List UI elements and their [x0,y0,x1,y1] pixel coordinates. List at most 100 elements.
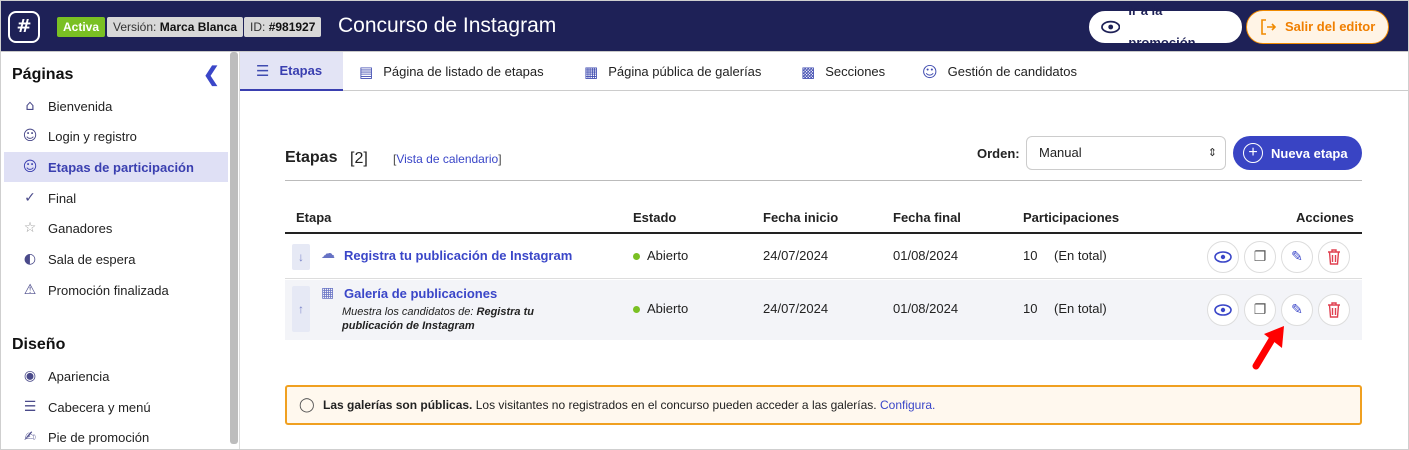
id-badge: ID: #981927 [244,17,322,37]
user-login-icon: ☺ [22,128,38,144]
order-select-value: Manual [1039,145,1082,160]
new-stage-button[interactable]: + Nueva etapa [1233,136,1362,170]
exit-icon [1261,19,1277,35]
section-title: Etapas [285,149,338,166]
sidebar-item-apariencia[interactable]: ◉ Apariencia [4,361,228,391]
column-header-stage: Etapa [296,210,332,225]
user-stages-icon: ☺ [22,159,38,175]
plus-circle-icon: + [1243,143,1263,163]
app-logo-icon[interactable]: # [8,11,40,43]
copy-icon: ❐ [1253,302,1267,318]
stage-name-link[interactable]: Galería de publicaciones [344,286,497,301]
tab-galerias[interactable]: ▦ Página pública de galerías [568,52,761,91]
collapse-sidebar-chevron-left-icon[interactable]: ❮ [203,62,220,87]
order-select[interactable]: Manual ⇕ [1026,136,1226,170]
exit-editor-label: Salir del editor [1285,19,1376,34]
sidebar-item-label: Apariencia [48,368,110,384]
sidebar-item-pie[interactable]: ✍ Pie de promoción [4,422,228,450]
stage-name-link[interactable]: Registra tu publicación de Instagram [344,248,572,263]
sidebar-item-etapas[interactable]: ☺ Etapas de participación [4,152,228,182]
sidebar-item-cabecera[interactable]: ☰ Cabecera y menú [4,392,228,422]
version-badge: Versión: Marca Blanca [107,17,244,37]
tab-label: Página de listado de etapas [383,64,544,79]
column-header-end: Fecha final [893,210,961,225]
check-icon: ✓ [24,190,36,206]
select-arrows-icon: ⇕ [1207,147,1217,159]
warning-icon: ⚠ [23,282,37,298]
status-text: Abierto [647,301,689,316]
version-value: Marca Blanca [159,20,238,34]
sidebar-item-bienvenida[interactable]: ⌂ Bienvenida [4,91,228,121]
page-title: Concurso de Instagram [338,14,557,37]
id-value: #981927 [268,20,316,34]
sidebar-item-login[interactable]: ☺ Login y registro [4,121,228,151]
status-cell: Abierto [633,301,688,316]
sidebar-item-label: Sala de espera [48,251,136,267]
divider [285,180,1362,181]
view-button[interactable] [1207,294,1239,326]
view-button[interactable] [1207,241,1239,273]
tab-etapas[interactable]: ☰ Etapas [240,52,343,91]
sidebar-scrollbar[interactable] [230,52,238,444]
status-badge: Activa [57,17,106,37]
tab-listado-etapas[interactable]: ▤ Página de listado de etapas [343,52,544,91]
go-to-promotion-button[interactable]: Ir a la promoción [1088,3,1243,50]
column-header-status: Estado [633,210,677,225]
column-header-start: Fecha inicio [763,210,839,225]
clipboard-icon: ▤ [359,62,374,81]
trash-icon [1328,302,1340,318]
grid-icon: ▦ [584,62,599,81]
start-date: 24/07/2024 [763,248,829,263]
pencil-icon: ✎ [1291,302,1303,318]
end-date: 01/08/2024 [893,301,959,316]
sidebar-item-label: Pie de promoción [48,429,150,445]
home-icon: ⌂ [25,98,35,114]
sections-icon: ▩ [801,62,816,81]
tab-label: Gestión de candidatos [947,64,1078,79]
tab-label: Página pública de galerías [608,64,762,79]
status-text: Abierto [647,248,689,263]
duplicate-button[interactable]: ❐ [1244,241,1276,273]
copy-icon: ❐ [1253,249,1267,265]
delete-button[interactable] [1318,241,1350,273]
order-label: Orden: [977,146,1020,161]
sidebar-item-final[interactable]: ✓ Final [4,183,228,213]
candidates-icon: ☺ [922,62,938,81]
table-row: ↓ ☁ Registra tu publicación de Instagram… [285,234,1362,279]
design-heading: Diseño [12,336,66,353]
stage-count: [2] [350,150,368,167]
trophy-icon: ☆ [23,220,37,236]
sidebar-item-ganadores[interactable]: ☆ Ganadores [4,213,228,243]
calendar-view-link[interactable]: [Vista de calendario] [393,152,502,166]
sidebar-item-sala-espera[interactable]: ◐ Sala de espera [4,244,228,274]
top-bar: # Activa Versión: Marca Blanca ID: #9819… [0,0,1409,52]
delete-button[interactable] [1318,294,1350,326]
tab-label: Secciones [825,64,886,79]
eye-icon [1214,304,1232,316]
stage-subtitle-prefix: Muestra los candidatos de: [342,306,474,318]
tab-candidatos[interactable]: ☺ Gestión de candidatos [906,52,1077,91]
sidebar-item-promocion-finalizada[interactable]: ⚠ Promoción finalizada [4,275,228,305]
sidebar-item-label: Login y registro [48,128,137,144]
public-galleries-notice: ◯ Las galerías son públicas. Los visitan… [285,385,1362,425]
calendar-view-label: Vista de calendario [396,152,499,166]
move-down-handle[interactable]: ↓ [292,244,310,270]
go-to-promotion-label: Ir a la promoción [1128,3,1196,50]
tab-bar: ☰ Etapas ▤ Página de listado de etapas ▦ Pá… [240,52,1409,91]
edit-button[interactable]: ✎ [1281,241,1313,273]
status-dot-icon [633,253,640,261]
sidebar-item-label: Final [48,190,77,206]
new-stage-label: Nueva etapa [1271,145,1348,161]
tab-secciones[interactable]: ▩ Secciones [785,52,885,91]
move-up-handle[interactable]: ↑ [292,286,310,332]
annotation-arrow-icon [1252,326,1284,370]
stack-icon: ☰ [256,61,270,80]
sidebar-item-label: Ganadores [48,220,113,236]
configure-link[interactable]: Configura. [880,398,935,412]
sidebar-item-label: Bienvenida [48,98,113,114]
gallery-grid-icon: ▦ [321,285,335,301]
eye-icon [1214,251,1232,263]
exit-editor-button[interactable]: Salir del editor [1246,10,1389,44]
status-cell: Abierto [633,248,688,263]
status-dot-icon [633,306,640,314]
